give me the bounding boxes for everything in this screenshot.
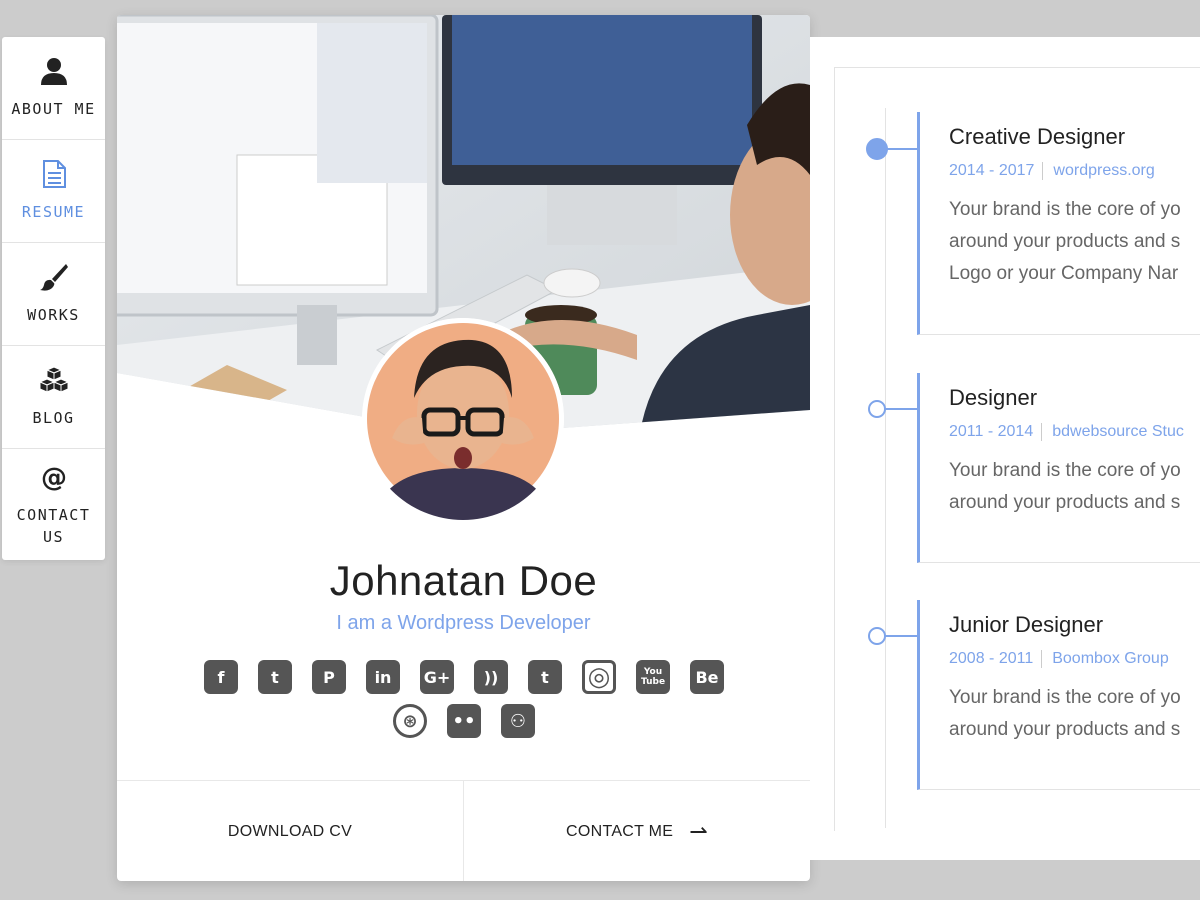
twitter-icon[interactable]: t bbox=[258, 660, 292, 694]
timeline-entry: Creative Designer 2014 - 2017 wordpress.o… bbox=[866, 112, 1200, 335]
github-icon[interactable]: ⚇ bbox=[501, 704, 535, 738]
entry-years: 2014 - 2017 bbox=[949, 162, 1035, 180]
nav-label: WORKS bbox=[27, 306, 80, 324]
paint-brush-icon bbox=[39, 264, 68, 291]
timeline-entry: Designer 2011 - 2014 bdwebsource Stuc You… bbox=[868, 373, 1200, 563]
user-icon bbox=[40, 58, 67, 85]
entry-company[interactable]: wordpress.org bbox=[1053, 162, 1154, 179]
contact-me-label: CONTACT ME bbox=[565, 822, 674, 840]
facebook-icon[interactable]: f bbox=[204, 660, 238, 694]
at-sign-icon: @ bbox=[41, 463, 67, 492]
document-icon bbox=[42, 160, 66, 188]
timeline-line bbox=[885, 108, 886, 828]
entry-description: Your brand is the core of yo around your… bbox=[949, 460, 1181, 514]
download-cv-button[interactable]: DOWNLOAD CV bbox=[117, 781, 463, 881]
linkedin-icon[interactable]: in bbox=[366, 660, 400, 694]
timeline-entry: Junior Designer 2008 - 2011 Boombox Group… bbox=[868, 600, 1200, 790]
entry-years: 2008 - 2011 bbox=[949, 650, 1034, 668]
profile-name: Johnatan Doe bbox=[329, 557, 598, 604]
entry-meta: 2008 - 2011 Boombox Group bbox=[949, 650, 1200, 668]
rss-icon[interactable]: )) bbox=[474, 660, 508, 694]
cubes-icon bbox=[38, 366, 69, 393]
resume-panel: Creative Designer 2014 - 2017 wordpress.o… bbox=[810, 37, 1200, 860]
svg-text:@: @ bbox=[41, 463, 67, 492]
pinterest-icon[interactable]: P bbox=[312, 660, 346, 694]
download-cv-label: DOWNLOAD CV bbox=[227, 822, 353, 840]
side-nav: ABOUT ME RESUME WORKS BLOG @ CONTACT US bbox=[2, 37, 105, 560]
instagram-icon[interactable]: ◎ bbox=[582, 660, 616, 694]
entry-meta: 2011 - 2014 bdwebsource Stuc bbox=[949, 423, 1200, 441]
nav-item-blog[interactable]: BLOG bbox=[2, 346, 105, 449]
contact-me-button[interactable]: CONTACT ME ⇀ bbox=[463, 781, 810, 881]
social-links: f t P in G+ )) t ◎ You Tube Be ⊛ •• ⚇ bbox=[199, 660, 729, 738]
tumblr-icon[interactable]: t bbox=[528, 660, 562, 694]
avatar bbox=[362, 318, 564, 520]
timeline-dot bbox=[866, 138, 888, 160]
nav-label: CONTACT US bbox=[16, 505, 91, 546]
profile-role: I am a Wordpress Developer bbox=[336, 612, 591, 634]
timeline-dot bbox=[868, 627, 886, 645]
timeline-dot bbox=[868, 400, 886, 418]
entry-company[interactable]: Boombox Group bbox=[1052, 650, 1169, 667]
entry-meta: 2014 - 2017 wordpress.org bbox=[949, 162, 1200, 180]
entry-years: 2011 - 2014 bbox=[949, 423, 1034, 441]
entry-title: Creative Designer bbox=[949, 124, 1126, 149]
timeline: Creative Designer 2014 - 2017 wordpress.o… bbox=[834, 67, 1200, 831]
nav-item-resume[interactable]: RESUME bbox=[2, 140, 105, 243]
entry-title: Designer bbox=[949, 385, 1038, 410]
entry-title: Junior Designer bbox=[949, 612, 1104, 637]
nav-item-contact-us[interactable]: @ CONTACT US bbox=[2, 449, 105, 560]
dribbble-icon[interactable]: ⊛ bbox=[393, 704, 427, 738]
entry-description: Your brand is the core of yo around your… bbox=[949, 687, 1181, 741]
behance-icon[interactable]: Be bbox=[690, 660, 724, 694]
google-plus-icon[interactable]: G+ bbox=[420, 660, 454, 694]
profile-card: Johnatan Doe I am a Wordpress Developer … bbox=[117, 15, 810, 881]
flickr-icon[interactable]: •• bbox=[447, 704, 481, 738]
nav-item-works[interactable]: WORKS bbox=[2, 243, 105, 346]
nav-label: ABOUT ME bbox=[11, 100, 96, 118]
nav-item-about-me[interactable]: ABOUT ME bbox=[2, 37, 105, 140]
nav-label: RESUME bbox=[21, 203, 86, 221]
arrow-right-icon: ⇀ bbox=[689, 818, 709, 844]
youtube-icon[interactable]: You Tube bbox=[636, 660, 670, 694]
entry-description: Your brand is the core of yo around your… bbox=[949, 199, 1181, 285]
card-actions: DOWNLOAD CV CONTACT ME ⇀ bbox=[117, 780, 810, 881]
entry-company[interactable]: bdwebsource Stuc bbox=[1052, 423, 1184, 440]
nav-label: BLOG bbox=[32, 409, 75, 427]
